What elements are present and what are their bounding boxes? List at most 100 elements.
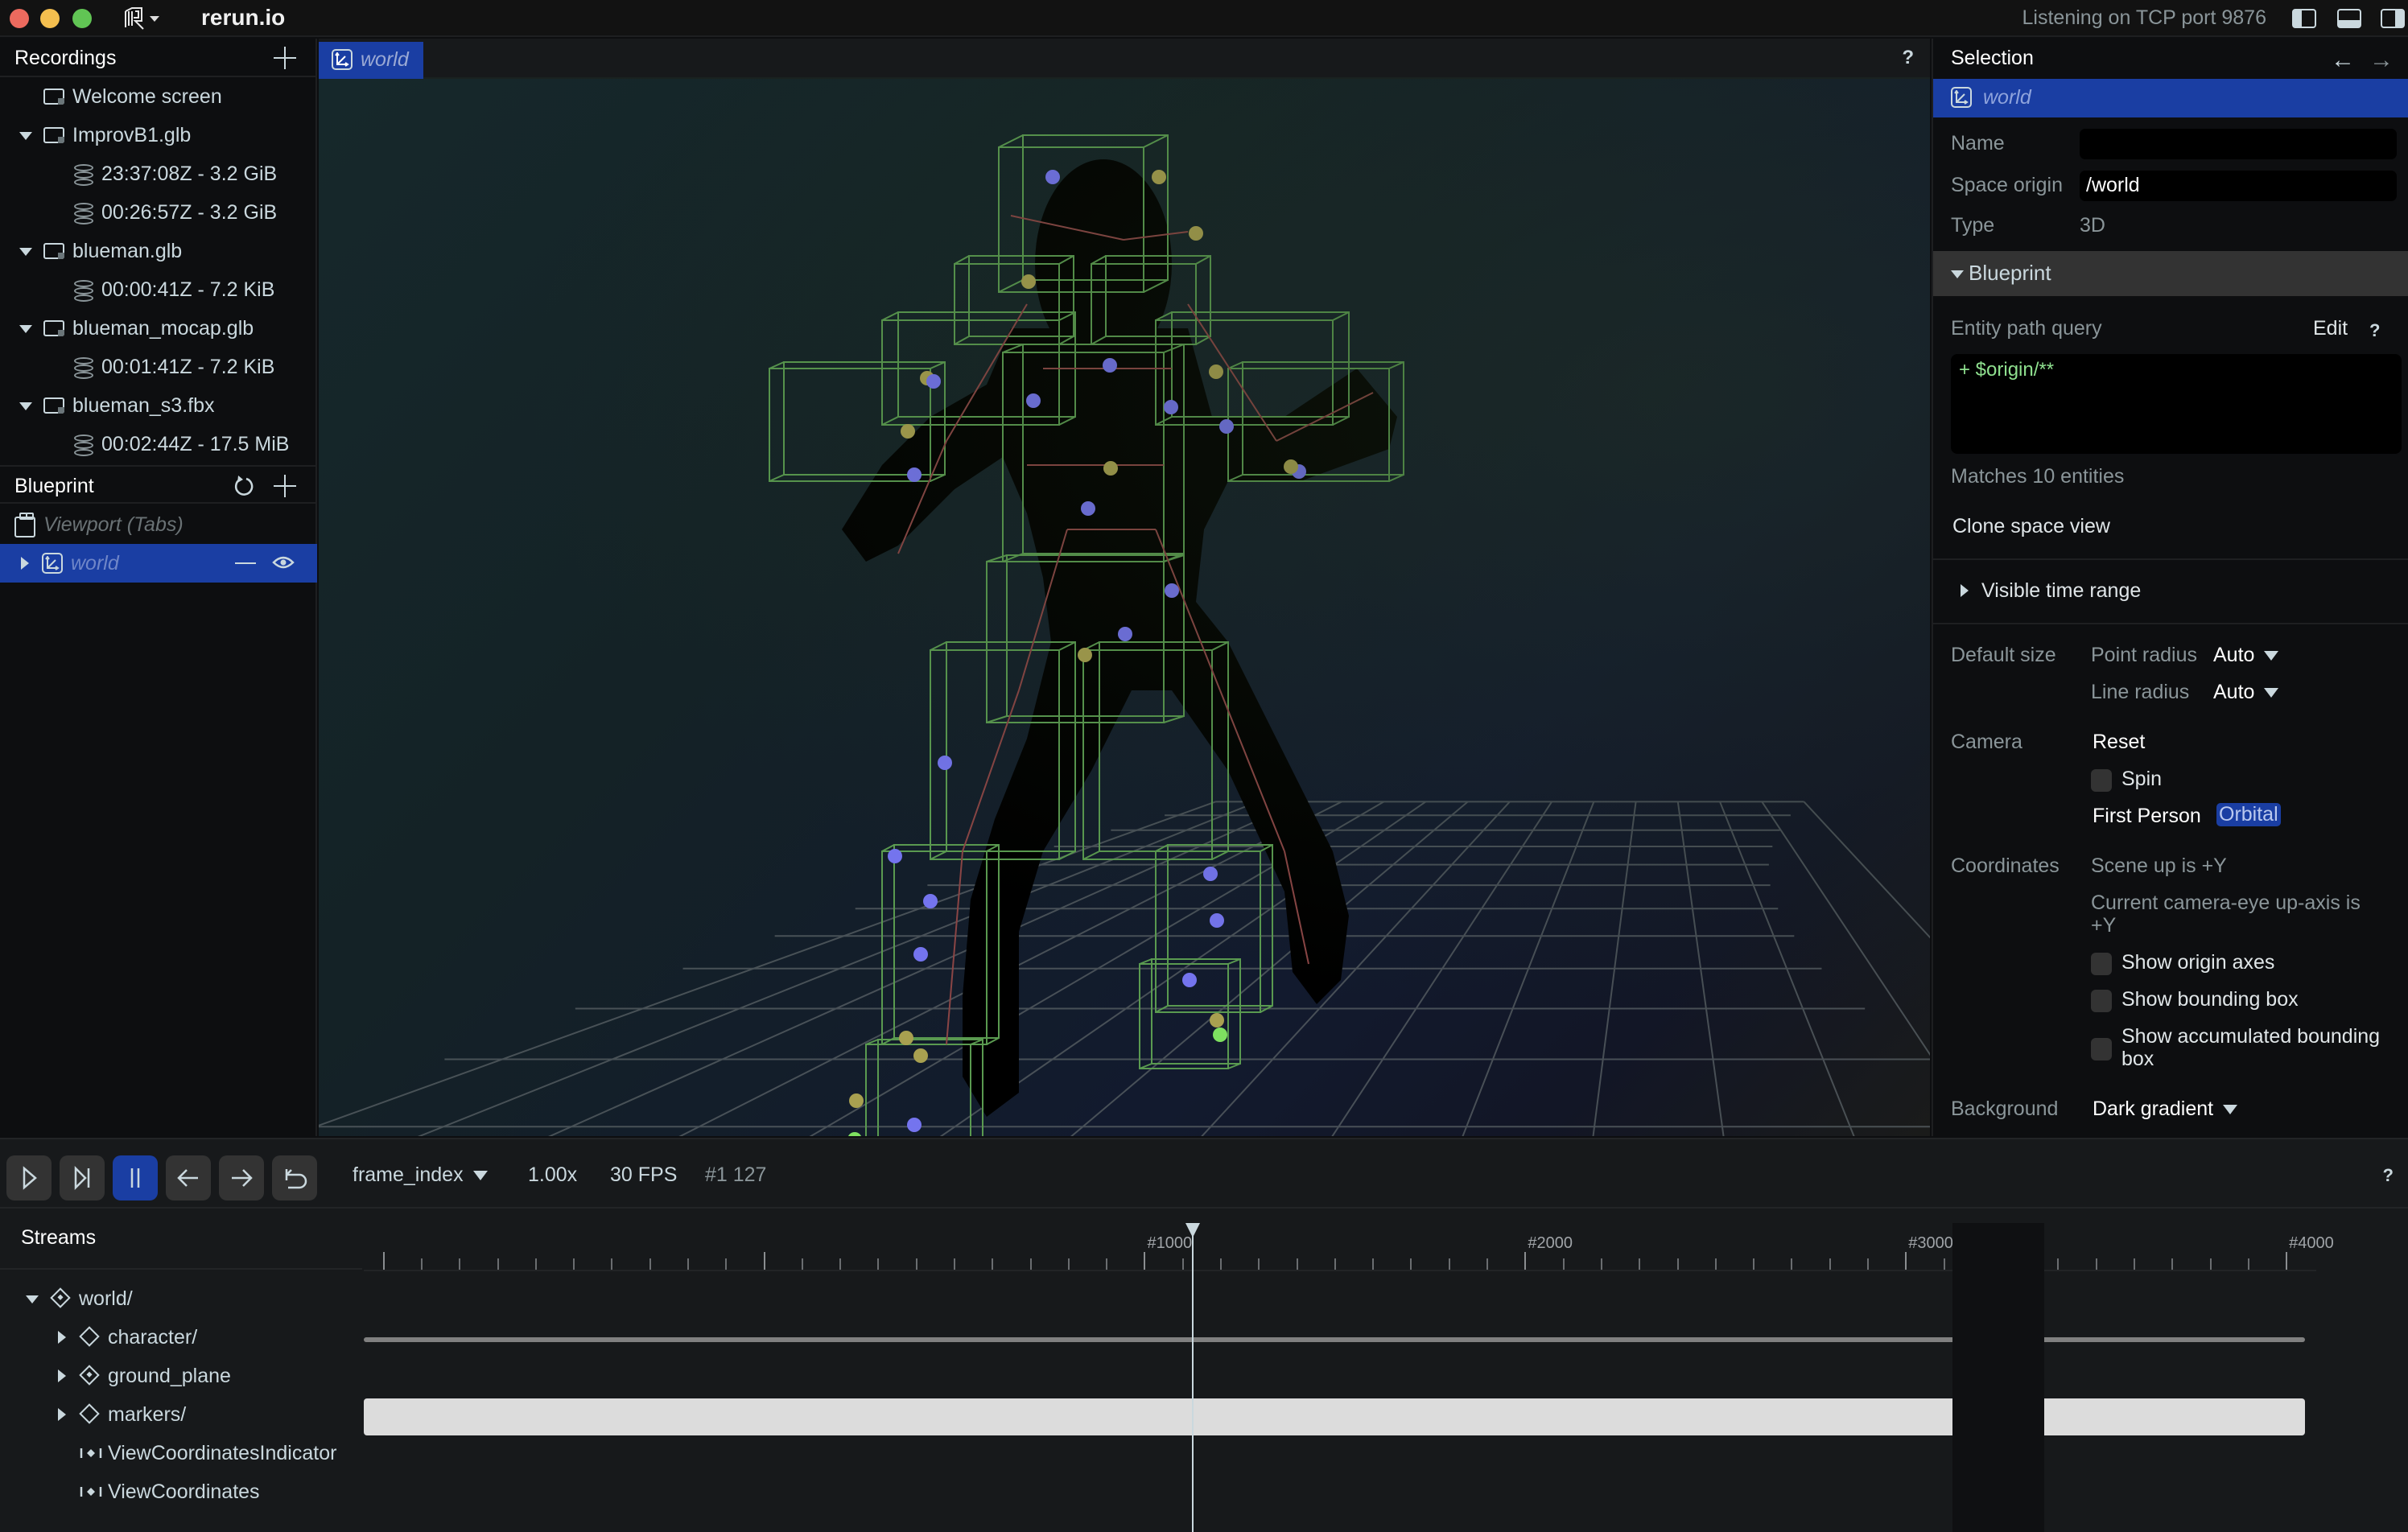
playback-fps[interactable]: 30 FPS <box>610 1163 677 1187</box>
close-window-button[interactable] <box>10 9 29 28</box>
stream-row-markers[interactable]: markers/ <box>0 1395 362 1434</box>
playback-help-icon[interactable]: ? <box>2383 1165 2394 1186</box>
expand-triangle-icon[interactable] <box>58 1369 66 1382</box>
collapse-triangle-icon[interactable] <box>19 248 32 256</box>
recording-item-0026[interactable]: 00:26:57Z - 3.2 GiB <box>0 193 317 232</box>
selection-title: Selection <box>1951 47 2034 69</box>
recording-item-0001[interactable]: 00:01:41Z - 7.2 KiB <box>0 348 317 386</box>
minimize-window-button[interactable] <box>40 9 60 28</box>
pause-button[interactable] <box>113 1155 158 1200</box>
edit-query-button[interactable]: Edit <box>2313 317 2348 340</box>
timeline-tick <box>992 1258 994 1270</box>
collapse-triangle-icon[interactable] <box>26 1295 39 1303</box>
name-input[interactable] <box>2080 129 2397 159</box>
visible-time-range-toggle[interactable]: Visible time range <box>1981 579 2141 603</box>
marker-point <box>1210 913 1224 928</box>
space-view-item-world[interactable]: world <box>0 544 317 583</box>
selection-back-arrow-icon[interactable]: ← <box>2331 47 2355 74</box>
playback-controls: frame_index 1.00x 30 FPS #1 127 ? <box>0 1138 2408 1209</box>
visibility-eye-icon[interactable] <box>272 554 295 571</box>
3d-scene-canvas[interactable] <box>319 79 1930 1136</box>
add-recording-plus-icon[interactable] <box>274 47 296 69</box>
recording-item-0002[interactable]: 00:02:44Z - 17.5 MiB <box>0 425 317 463</box>
clone-space-view-button[interactable]: Clone space view <box>1952 515 2110 538</box>
marker-point <box>1045 170 1060 184</box>
camera-label: Camera <box>1951 731 2022 753</box>
stream-row-world[interactable]: world/ <box>0 1279 362 1318</box>
bbox-edge <box>930 641 947 651</box>
bbox-edge <box>930 850 947 860</box>
application-icon <box>43 127 64 143</box>
query-text: + $origin/** <box>1959 359 2055 381</box>
toggle-bottom-panel-button[interactable] <box>2337 9 2361 28</box>
reset-blueprint-icon[interactable] <box>233 475 254 497</box>
show-bounding-box-checkbox[interactable] <box>2091 990 2112 1012</box>
collapse-triangle-icon[interactable] <box>19 402 32 410</box>
toggle-right-panel-button[interactable] <box>2381 9 2405 28</box>
recording-item-blueman-glb[interactable]: blueman.glb <box>0 232 317 270</box>
first-person-button[interactable]: First Person <box>2093 805 2201 828</box>
viewport-tabs-item[interactable]: Viewport (Tabs) <box>0 505 317 544</box>
current-frame[interactable]: #1 127 <box>705 1163 766 1187</box>
playback-speed[interactable]: 1.00x <box>528 1163 577 1187</box>
recording-item-welcome-screen[interactable]: Welcome screen <box>0 77 317 116</box>
recording-item-improvb1[interactable]: ImprovB1.glb <box>0 116 317 154</box>
viewport-help-icon[interactable]: ? <box>1902 47 1914 69</box>
query-help-icon[interactable]: ? <box>2369 320 2380 341</box>
recording-item-2337[interactable]: 23:37:08Z - 3.2 GiB <box>0 154 317 193</box>
entity-path-query-box[interactable]: + $origin/** <box>1951 354 2402 454</box>
viewport-container-icon <box>14 513 35 537</box>
collapse-triangle-icon[interactable] <box>19 132 32 140</box>
selection-forward-arrow-icon[interactable]: → <box>2369 47 2394 74</box>
recording-item-0000[interactable]: 00:00:41Z - 7.2 KiB <box>0 270 317 309</box>
space-origin-input[interactable]: /world <box>2080 171 2397 201</box>
dropdown-caret-icon <box>2264 651 2279 661</box>
line-radius-value: Auto <box>2213 681 2255 703</box>
expand-triangle-icon[interactable] <box>1961 584 1969 597</box>
camera-eye-text-line2: +Y <box>2091 914 2117 937</box>
marker-point <box>1081 501 1095 516</box>
timeline-tick <box>1524 1252 1527 1270</box>
timeline-tick <box>763 1252 765 1270</box>
step-back-button[interactable] <box>166 1155 211 1200</box>
expand-triangle-icon[interactable] <box>58 1408 66 1421</box>
point-radius-dropdown[interactable]: Auto <box>2213 644 2279 667</box>
stream-row-character[interactable]: character/ <box>0 1318 362 1357</box>
marker-point <box>1182 973 1197 987</box>
recording-item-blueman-mocap[interactable]: blueman_mocap.glb <box>0 309 317 348</box>
blueprint-section-header[interactable]: Blueprint <box>1933 251 2408 296</box>
play-button[interactable] <box>6 1155 52 1200</box>
tab-world[interactable]: world <box>319 42 423 79</box>
orbital-button[interactable]: Orbital <box>2216 803 2281 826</box>
spin-checkbox[interactable] <box>2091 769 2112 792</box>
marker-point <box>1021 274 1036 289</box>
camera-reset-button[interactable]: Reset <box>2093 731 2145 754</box>
stream-row-view-coordinates-indicator[interactable]: ViewCoordinatesIndicator <box>0 1434 362 1472</box>
selected-item-world[interactable]: world <box>1933 79 2408 117</box>
line-radius-dropdown[interactable]: Auto <box>2213 681 2279 704</box>
bbox-edge <box>1388 474 1404 482</box>
collapse-triangle-icon[interactable] <box>19 325 32 333</box>
expand-triangle-icon[interactable] <box>21 557 29 570</box>
loop-button[interactable] <box>272 1155 317 1200</box>
step-forward-button[interactable] <box>219 1155 264 1200</box>
recording-item-blueman-s3[interactable]: blueman_s3.fbx <box>0 386 317 425</box>
time-cursor[interactable] <box>1191 1223 1194 1532</box>
toggle-left-panel-button[interactable] <box>2292 9 2316 28</box>
show-accumulated-bbox-checkbox[interactable] <box>2091 1038 2112 1060</box>
timeline-selector[interactable]: frame_index <box>353 1163 488 1187</box>
rerun-logo-icon[interactable] <box>122 6 146 31</box>
show-origin-axes-checkbox[interactable] <box>2091 953 2112 975</box>
time-cursor-handle[interactable] <box>1185 1223 1200 1238</box>
add-space-view-plus-icon[interactable] <box>274 475 296 497</box>
app-menu-caret-icon[interactable] <box>150 16 159 22</box>
name-label: Name <box>1951 132 2005 154</box>
3d-scene-view[interactable] <box>319 79 1930 1136</box>
stream-row-view-coordinates[interactable]: ViewCoordinates <box>0 1472 362 1511</box>
follow-button[interactable] <box>60 1155 105 1200</box>
remove-space-view-icon[interactable] <box>235 562 256 564</box>
background-dropdown[interactable]: Dark gradient <box>2093 1098 2238 1121</box>
maximize-window-button[interactable] <box>72 9 92 28</box>
expand-triangle-icon[interactable] <box>58 1331 66 1344</box>
stream-row-ground-plane[interactable]: ground_plane <box>0 1357 362 1395</box>
